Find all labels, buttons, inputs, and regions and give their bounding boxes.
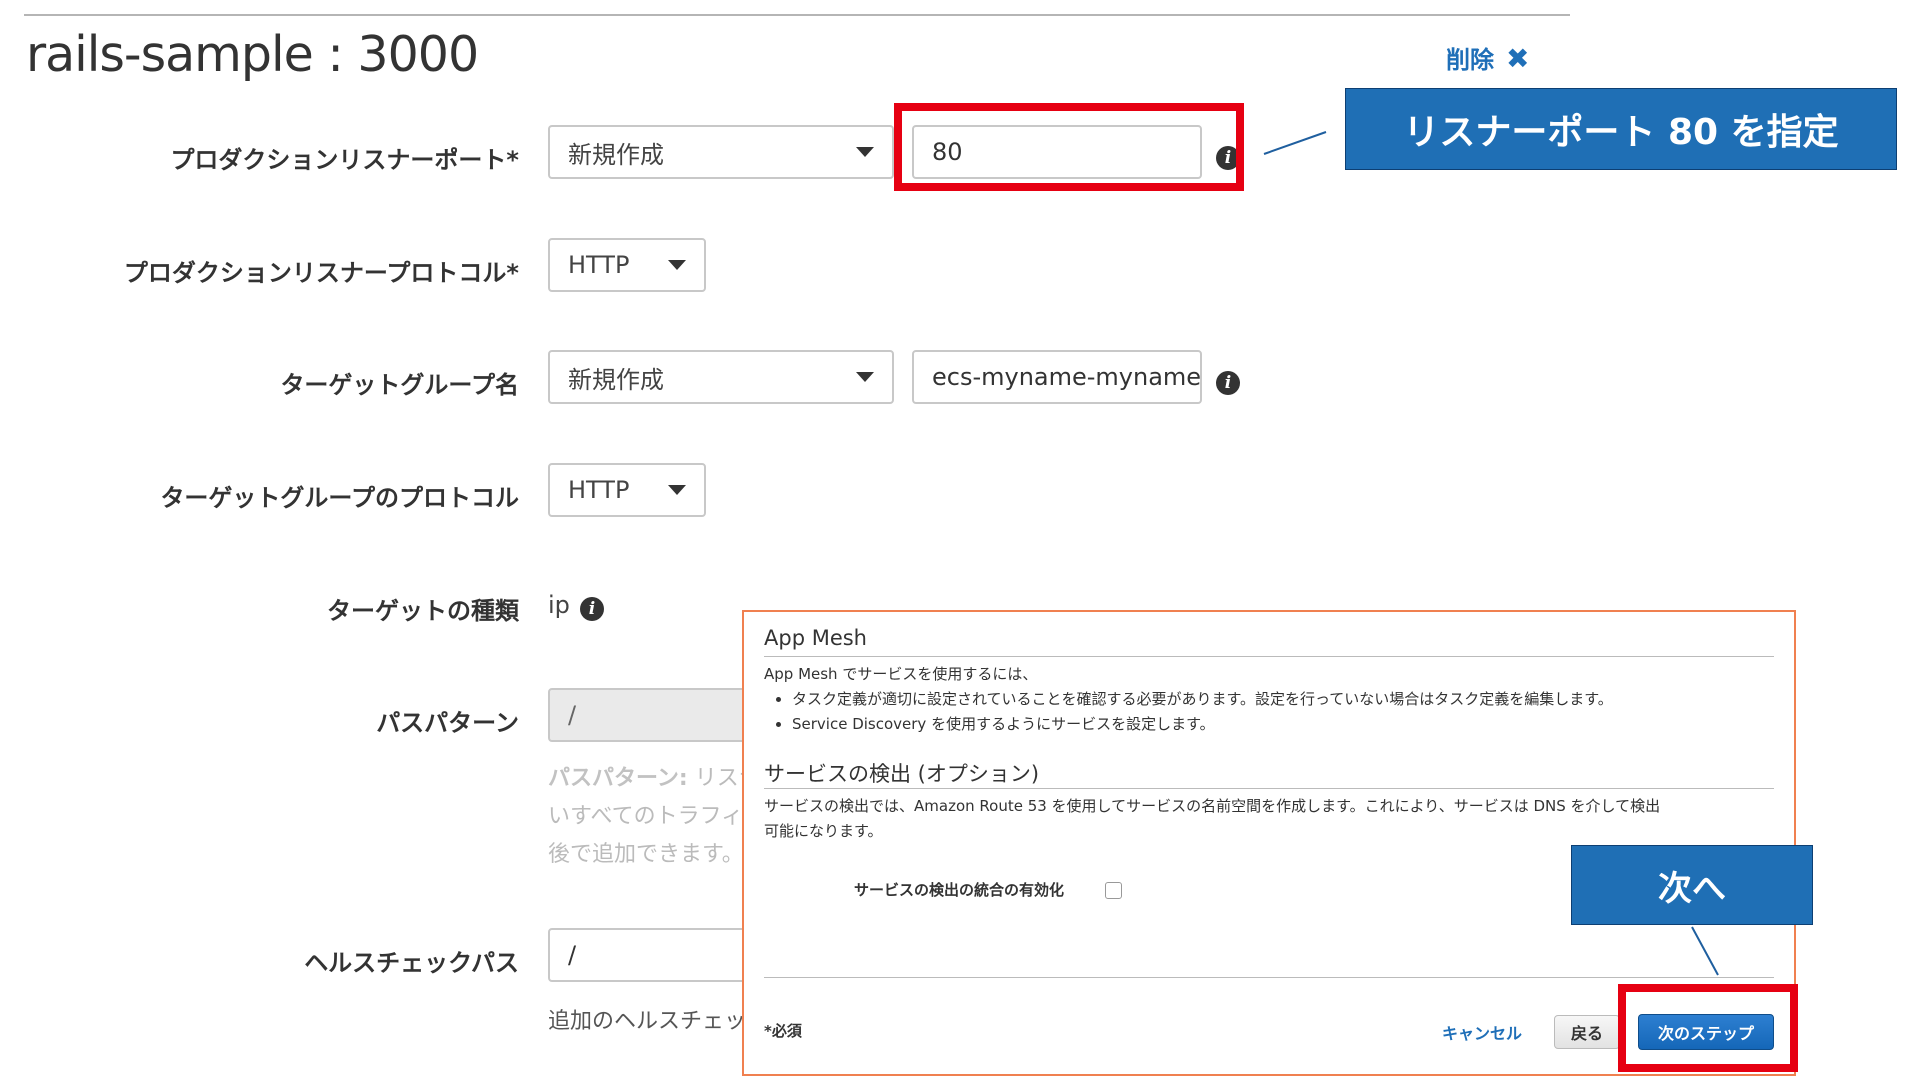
- callout-port-pointer: [1263, 131, 1327, 155]
- listener-port-select-value: 新規作成: [568, 140, 664, 169]
- app-mesh-bullets: タスク定義が適切に設定されていることを確認する必要があります。設定を行っていない…: [764, 687, 1613, 737]
- path-pattern-help-line2: いすべてのトラフィ: [548, 804, 744, 829]
- discovery-desc-line1: サービスの検出では、Amazon Route 53 を使用してサービスの名前空間…: [764, 797, 1661, 815]
- callout-next-pointer: [1691, 926, 1719, 976]
- listener-protocol-select[interactable]: HTTP: [548, 238, 706, 292]
- discovery-desc-line2: 可能になります。: [764, 822, 883, 840]
- listener-port-select[interactable]: 新規作成: [548, 125, 894, 179]
- section-divider: [764, 656, 1774, 657]
- chevron-down-icon: [668, 260, 686, 270]
- chevron-down-icon: [856, 372, 874, 382]
- top-divider: [24, 14, 1570, 16]
- list-item: Service Discovery を使用するようにサービスを設定します。: [792, 712, 1613, 737]
- target-group-protocol-label: ターゲットグループのプロトコル: [160, 484, 519, 512]
- target-group-name-label: ターゲットグループ名: [280, 371, 519, 399]
- delete-label: 削除: [1446, 46, 1494, 74]
- target-group-name-input-value: ecs-myname-myname: [932, 363, 1202, 391]
- callout-port: リスナーポート 80 を指定: [1345, 88, 1897, 170]
- path-pattern-help-line3: 後で追加できます。: [548, 842, 744, 867]
- path-pattern-input-value: /: [568, 701, 577, 729]
- listener-protocol-label: プロダクションリスナープロトコル*: [123, 259, 519, 287]
- listener-port-label: プロダクションリスナーポート*: [170, 146, 519, 174]
- target-type-label: ターゲットの種類: [327, 597, 519, 625]
- discovery-checkbox-label: サービスの検出の統合の有効化: [854, 881, 1065, 899]
- target-type-value: ip: [548, 591, 570, 619]
- list-item: タスク定義が適切に設定されていることを確認する必要があります。設定を行っていない…: [792, 687, 1613, 712]
- health-check-label: ヘルスチェックパス: [304, 949, 519, 977]
- target-group-name-select[interactable]: 新規作成: [548, 350, 894, 404]
- path-pattern-input: /: [548, 688, 768, 742]
- target-group-name-select-value: 新規作成: [568, 365, 664, 394]
- chevron-down-icon: [668, 485, 686, 495]
- target-group-protocol-select[interactable]: HTTP: [548, 463, 706, 517]
- health-check-help: 追加のヘルスチェッ: [548, 1009, 747, 1034]
- chevron-down-icon: [856, 147, 874, 157]
- delete-button[interactable]: 削除 ✖: [1446, 40, 1529, 75]
- path-pattern-help-bold: パスパターン:: [548, 766, 688, 791]
- section-divider: [764, 977, 1774, 978]
- health-check-input[interactable]: /: [548, 928, 768, 982]
- required-note: *必須: [764, 1022, 802, 1040]
- target-group-protocol-select-value: HTTP: [568, 476, 630, 504]
- path-pattern-help-line1: パスパターン: リスナ: [548, 760, 761, 792]
- cancel-button[interactable]: キャンセル: [1442, 1020, 1522, 1044]
- highlight-port-box: [894, 103, 1244, 191]
- highlight-next-box: [1618, 984, 1798, 1072]
- callout-next: 次へ: [1571, 845, 1813, 925]
- listener-protocol-select-value: HTTP: [568, 251, 630, 279]
- health-check-input-value: /: [568, 941, 577, 969]
- app-mesh-intro: App Mesh でサービスを使用するには、: [764, 665, 1038, 683]
- discovery-checkbox[interactable]: [1105, 882, 1122, 899]
- app-mesh-title: App Mesh: [764, 626, 867, 650]
- page-title: rails-sample : 3000: [26, 26, 479, 83]
- close-icon: ✖: [1506, 42, 1530, 75]
- path-pattern-label: パスパターン: [376, 709, 519, 737]
- info-icon[interactable]: i: [580, 597, 604, 621]
- info-icon[interactable]: i: [1216, 371, 1240, 395]
- back-button[interactable]: 戻る: [1554, 1015, 1620, 1049]
- target-group-name-input[interactable]: ecs-myname-myname: [912, 350, 1202, 404]
- discovery-title: サービスの検出 (オプション): [764, 762, 1040, 786]
- section-divider: [764, 788, 1774, 789]
